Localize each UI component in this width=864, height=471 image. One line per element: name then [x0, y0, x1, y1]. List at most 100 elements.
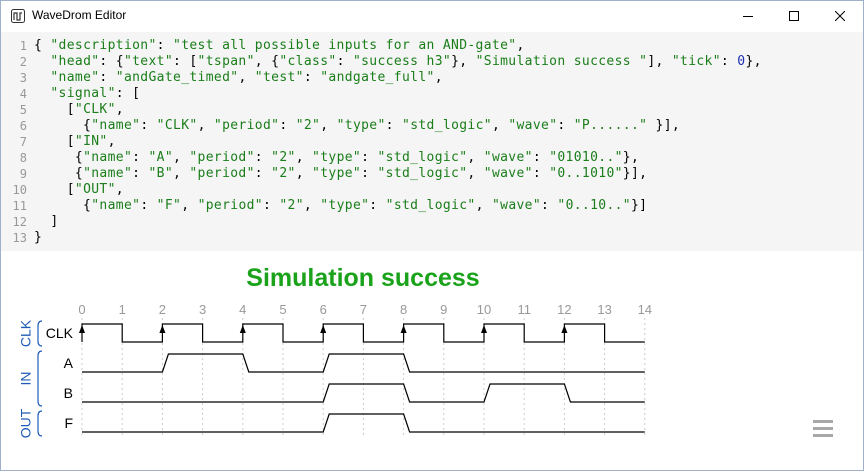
code-token: : [132, 166, 149, 181]
code-text[interactable]: {"name": "F", "period": "2", "type": "st… [34, 198, 647, 214]
code-line[interactable]: 9 {"name": "B", "period": "2", "type": "… [1, 166, 863, 182]
clock-edge-arrow [481, 325, 487, 333]
code-token: : [369, 198, 386, 213]
code-text[interactable]: ["OUT", [34, 182, 124, 198]
tick-label: 2 [159, 302, 166, 317]
code-token: "name" [91, 118, 141, 133]
code-token: "tspan" [197, 54, 255, 69]
code-line[interactable]: 3 "name": "andGate_timed", "test": "andg… [1, 70, 863, 86]
code-token: : [254, 150, 272, 165]
code-token: "name" [83, 150, 133, 165]
code-token: { [34, 166, 84, 181]
tick-label: 8 [400, 302, 407, 317]
group-bracket [37, 320, 43, 347]
code-text[interactable]: "head": {"text": ["tspan", {"class": "su… [34, 54, 762, 70]
code-token: , [303, 198, 321, 213]
code-token: "andgate_full" [320, 70, 435, 85]
code-text[interactable]: ["IN", [34, 134, 116, 150]
group-label: OUT [18, 408, 34, 438]
code-token: "0..1010" [549, 166, 623, 181]
tick-label: 0 [78, 302, 85, 317]
code-token: "P......" [573, 118, 648, 133]
code-token: "Simulation success " [475, 54, 648, 69]
close-button[interactable] [817, 1, 863, 31]
code-token: "name" [91, 198, 141, 213]
code-line[interactable]: 1 { "description": "test all possible inp… [1, 38, 863, 54]
code-token: "IN" [74, 134, 108, 149]
code-token: }], [622, 166, 648, 181]
code-token: }, [451, 54, 476, 69]
code-token: "test" [254, 70, 304, 85]
code-token: "test all possible inputs for an AND-gat… [173, 38, 517, 53]
code-token: "std_logic" [377, 166, 468, 181]
code-token: ], [647, 54, 672, 69]
hamburger-menu-icon[interactable] [813, 419, 833, 439]
code-token: : [140, 198, 157, 213]
signal-name: B [64, 385, 73, 401]
code-token: , [181, 198, 198, 213]
line-number: 7 [19, 135, 27, 149]
code-text[interactable]: } [34, 230, 42, 246]
code-token: , [516, 38, 525, 53]
line-number: 13 [12, 231, 27, 245]
code-line[interactable]: 6 {"name": "CLK", "period": "2", "type":… [1, 118, 863, 134]
code-token: , [115, 182, 124, 197]
code-token: "signal" [50, 86, 116, 101]
code-token: "type" [312, 166, 362, 181]
group-bracket [37, 410, 43, 437]
code-token: "wave" [483, 166, 533, 181]
code-line[interactable]: 12 ] [1, 214, 863, 230]
code-text[interactable]: "name": "andGate_timed", "test": "andgat… [34, 70, 443, 86]
code-line[interactable]: 7 ["IN", [1, 134, 863, 150]
code-text[interactable]: "signal": [ [34, 86, 140, 102]
code-token: : [254, 166, 272, 181]
code-text[interactable]: ["CLK", [34, 102, 124, 118]
code-token: "CLK" [156, 118, 198, 133]
tick-label: 3 [199, 302, 206, 317]
line-number: 1 [19, 39, 27, 53]
group-bracket [37, 350, 43, 407]
code-token: : [720, 54, 738, 69]
code-token: "2" [271, 166, 296, 181]
code-line[interactable]: 5 ["CLK", [1, 102, 863, 118]
code-token: : [361, 166, 378, 181]
code-token: "2" [295, 118, 321, 133]
code-token: , [107, 134, 116, 149]
code-token: , [295, 166, 313, 181]
code-token: }, [745, 54, 762, 69]
line-number: 12 [12, 215, 27, 229]
code-token: "2" [279, 198, 304, 213]
code-line[interactable]: 4 "signal": [ [1, 86, 863, 102]
code-text[interactable]: ] [34, 214, 59, 230]
wavedrom-app-icon [10, 8, 26, 24]
code-text[interactable]: { "description": "test all possible inpu… [34, 38, 525, 54]
code-text[interactable]: {"name": "B", "period": "2", "type": "st… [34, 166, 647, 182]
code-token: [ [34, 102, 75, 117]
code-token: "name" [83, 166, 133, 181]
clock-edge-arrow [400, 325, 407, 333]
code-text[interactable]: {"name": "CLK", "period": "2", "type": "… [34, 118, 680, 134]
signal-name: A [64, 355, 74, 371]
tick-label: 4 [239, 302, 246, 317]
tick-label: 11 [517, 302, 531, 317]
line-number: 10 [12, 183, 27, 197]
maximize-button[interactable] [771, 1, 817, 31]
code-token: [ [34, 182, 75, 197]
code-text[interactable]: {"name": "A", "period": "2", "type": "st… [34, 150, 639, 166]
code-token: "wave" [483, 150, 533, 165]
code-token: : [ [173, 54, 198, 69]
title-bar[interactable]: WaveDrom Editor [1, 1, 863, 31]
code-line[interactable]: 8 {"name": "A", "period": "2", "type": "… [1, 150, 863, 166]
code-token: { [34, 150, 84, 165]
code-token: "period" [189, 166, 255, 181]
code-line[interactable]: 2 "head": {"text": ["tspan", {"class": "… [1, 54, 863, 70]
code-editor[interactable]: 1 { "description": "test all possible inp… [1, 32, 863, 251]
minimize-icon [743, 16, 753, 17]
code-line[interactable]: 13} [1, 230, 863, 246]
code-line[interactable]: 10 ["OUT", [1, 182, 863, 198]
code-token: : [532, 166, 550, 181]
code-line[interactable]: 11 {"name": "F", "period": "2", "type": … [1, 198, 863, 214]
code-token: : [303, 70, 321, 85]
minimize-button[interactable] [725, 1, 771, 31]
code-token: "std_logic" [402, 118, 492, 133]
